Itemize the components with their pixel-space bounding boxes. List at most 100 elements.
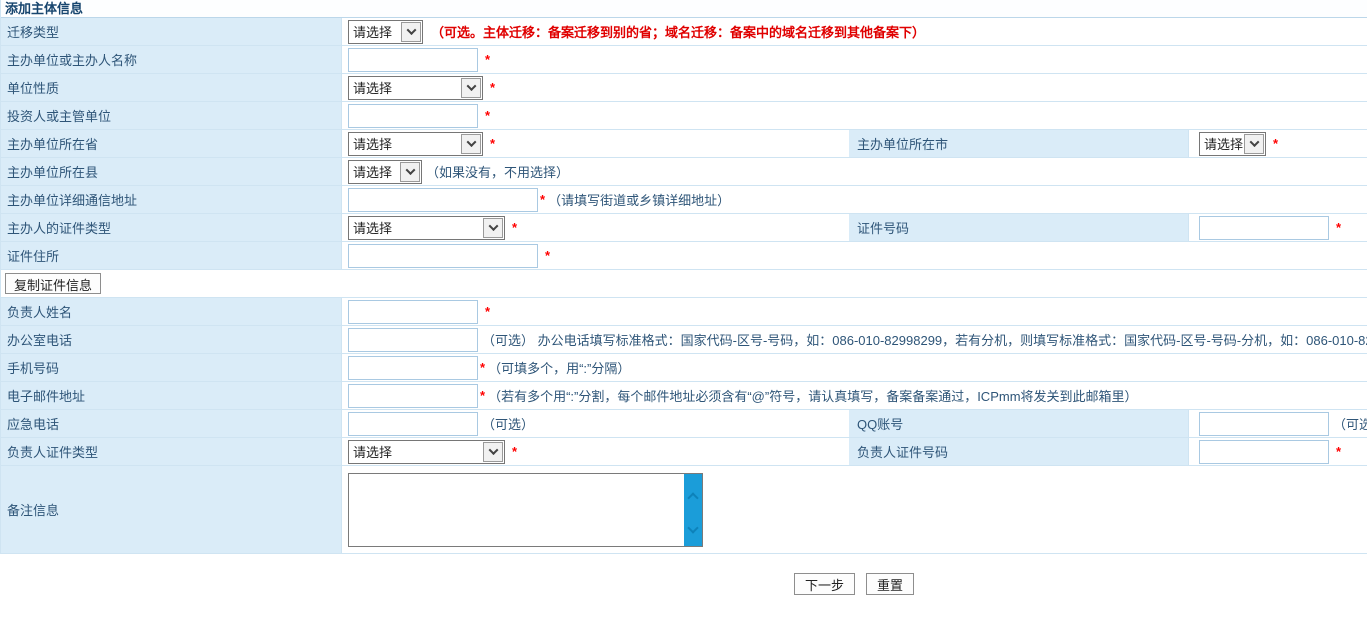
chevron-glyph (406, 25, 416, 35)
province-select[interactable]: 请选择 (348, 132, 483, 156)
remarks-textarea[interactable] (348, 473, 703, 547)
required-asterisk: * (512, 220, 517, 235)
remarks-label: 备注信息 (7, 500, 59, 519)
person-name-input[interactable] (348, 300, 478, 324)
row-mobile: 手机号码 * （可填多个，用“:”分隔） (1, 354, 1367, 382)
chevron-down-icon (483, 218, 503, 238)
cert-type-select[interactable]: 请选择 (348, 216, 505, 240)
migration-type-select[interactable]: 请选择 (348, 20, 423, 44)
page-title: 添加主体信息 (5, 1, 83, 17)
county-select-value: 请选择 (353, 162, 392, 181)
row-emergency-qq: 应急电话 （可选） QQ账号 （可选） (1, 410, 1367, 438)
city-select[interactable]: 请选择 (1199, 132, 1266, 156)
row-province-city: 主办单位所在省 请选择 * 主办单位所在市 请选择 * (1, 130, 1367, 158)
required-asterisk: * (480, 388, 485, 403)
chevron-down-icon (461, 134, 481, 154)
cert-type-label: 主办人的证件类型 (7, 218, 111, 237)
emergency-phone-label: 应急电话 (7, 414, 59, 433)
office-phone-label: 办公室电话 (7, 330, 72, 349)
row-organizer-name: 主办单位或主办人名称 * (1, 46, 1367, 74)
chevron-down-icon (400, 162, 420, 182)
row-unit-nature: 单位性质 请选择 * (1, 74, 1367, 102)
organizer-name-input[interactable] (348, 48, 478, 72)
chevron-glyph (488, 221, 498, 231)
email-hint: （若有多个用“:”分割，每个邮件地址必须含有“@”符号，请认真填写，备案备案通过… (488, 386, 1137, 405)
row-county: 主办单位所在县 请选择 （如果没有，不用选择） (1, 158, 1367, 186)
person-cert-type-select[interactable]: 请选择 (348, 440, 505, 464)
mobile-input[interactable] (348, 356, 478, 380)
address-input[interactable] (348, 188, 538, 212)
scroll-down-icon[interactable] (687, 522, 698, 533)
office-phone-hint: （可选） 办公电话填写标准格式：国家代码-区号-号码，如：086-010-829… (482, 330, 1367, 349)
subject-info-form: 添加主体信息 迁移类型 请选择 （可选。主体迁移：备案迁移到别的省；域名迁移：备… (0, 0, 1367, 554)
mobile-label: 手机号码 (7, 358, 59, 377)
required-asterisk: * (1273, 136, 1278, 151)
office-phone-input[interactable] (348, 328, 478, 352)
required-asterisk: * (545, 248, 550, 263)
email-label: 电子邮件地址 (7, 386, 85, 405)
row-office-phone: 办公室电话 （可选） 办公电话填写标准格式：国家代码-区号-号码，如：086-0… (1, 326, 1367, 354)
county-select[interactable]: 请选择 (348, 160, 422, 184)
organizer-name-label: 主办单位或主办人名称 (7, 50, 137, 69)
remarks-textarea-wrap (348, 473, 703, 547)
required-asterisk: * (480, 360, 485, 375)
unit-nature-select[interactable]: 请选择 (348, 76, 483, 100)
unit-nature-select-value: 请选择 (353, 78, 392, 97)
row-investor: 投资人或主管单位 * (1, 102, 1367, 130)
chevron-down-icon (483, 442, 503, 462)
row-address: 主办单位详细通信地址 * （请填写街道或乡镇详细地址） (1, 186, 1367, 214)
required-asterisk: * (485, 52, 490, 67)
county-hint: （如果没有，不用选择） (426, 162, 569, 181)
row-remarks: 备注信息 (1, 466, 1367, 554)
required-asterisk: * (490, 80, 495, 95)
email-input[interactable] (348, 384, 478, 408)
required-asterisk: * (485, 304, 490, 319)
row-email: 电子邮件地址 * （若有多个用“:”分割，每个邮件地址必须含有“@”符号，请认真… (1, 382, 1367, 410)
required-asterisk: * (540, 192, 545, 207)
cert-residence-input[interactable] (348, 244, 538, 268)
investor-input[interactable] (348, 104, 478, 128)
province-label: 主办单位所在省 (7, 134, 98, 153)
address-label: 主办单位详细通信地址 (7, 190, 137, 209)
province-select-value: 请选择 (353, 134, 392, 153)
row-cert-type-number: 主办人的证件类型 请选择 * 证件号码 * (1, 214, 1367, 242)
county-label: 主办单位所在县 (7, 162, 98, 181)
row-person-name: 负责人姓名 * (1, 298, 1367, 326)
person-cert-type-select-value: 请选择 (353, 442, 392, 461)
city-select-value: 请选择 (1204, 134, 1243, 153)
form-header: 添加主体信息 (1, 0, 1367, 18)
reset-button[interactable]: 重置 (866, 573, 914, 595)
copy-cert-button[interactable]: 复制证件信息 (5, 273, 101, 294)
chevron-glyph (488, 445, 498, 455)
person-name-label: 负责人姓名 (7, 302, 72, 321)
chevron-glyph (466, 81, 476, 91)
chevron-down-icon (1244, 134, 1264, 154)
emergency-phone-hint: （可选） (482, 414, 534, 433)
qq-input[interactable] (1199, 412, 1329, 436)
migration-type-select-value: 请选择 (353, 22, 392, 41)
next-step-button[interactable]: 下一步 (794, 573, 855, 595)
required-asterisk: * (490, 136, 495, 151)
required-asterisk: * (512, 444, 517, 459)
cert-number-input[interactable] (1199, 216, 1329, 240)
row-cert-residence: 证件住所 * (1, 242, 1367, 270)
person-cert-number-label: 负责人证件号码 (857, 442, 948, 461)
cert-number-label: 证件号码 (857, 218, 909, 237)
required-asterisk: * (1336, 444, 1341, 459)
cert-residence-label: 证件住所 (7, 246, 59, 265)
cert-type-select-value: 请选择 (353, 218, 392, 237)
chevron-down-icon (401, 22, 421, 42)
qq-label: QQ账号 (857, 414, 903, 433)
investor-label: 投资人或主管单位 (7, 106, 111, 125)
scroll-up-icon[interactable] (687, 492, 698, 503)
chevron-glyph (466, 137, 476, 147)
emergency-phone-input[interactable] (348, 412, 478, 436)
migration-type-label: 迁移类型 (7, 22, 59, 41)
required-asterisk: * (485, 108, 490, 123)
required-asterisk: * (1336, 220, 1341, 235)
chevron-glyph (1249, 137, 1259, 147)
person-cert-number-input[interactable] (1199, 440, 1329, 464)
person-cert-type-label: 负责人证件类型 (7, 442, 98, 461)
mobile-hint: （可填多个，用“:”分隔） (488, 358, 630, 377)
textarea-scrollbar[interactable] (684, 474, 702, 546)
